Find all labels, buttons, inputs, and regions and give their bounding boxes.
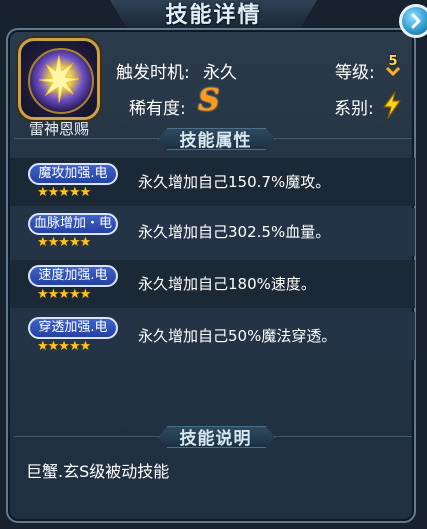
attribute-text: 永久增加自己50%魔法穿透。 — [138, 327, 337, 345]
section-header-description: 技能说明 — [158, 423, 275, 449]
close-button[interactable] — [399, 4, 427, 38]
attribute-text: 永久增加自己302.5%血量。 — [138, 223, 331, 241]
trigger-label: 触发时机: — [116, 63, 190, 83]
section-title: 技能属性 — [179, 131, 252, 151]
star-rating: ★★★★★ — [37, 185, 91, 200]
rarity-label: 稀有度: — [129, 99, 186, 119]
attribute-row: 魔攻加强.电 ★★★★★ 永久增加自己150.7%魔攻。 — [10, 158, 415, 206]
attribute-row: 速度加强.电 ★★★★★ 永久增加自己180%速度。 — [10, 260, 415, 308]
level-value: 5 — [388, 54, 398, 69]
skill-icon — [18, 38, 100, 120]
skill-name: 雷神恩赐 — [28, 120, 89, 138]
level-badge: 5 — [385, 54, 401, 78]
attribute-row: 血脉增加・电 ★★★★★ 永久增加自己302.5%血量。 — [10, 208, 415, 256]
attribute-badge: 魔攻加强.电 — [28, 163, 118, 185]
star-rating: ★★★★★ — [37, 235, 91, 250]
skill-description: 巨蟹.玄S级被动技能 — [26, 462, 170, 481]
attribute-text: 永久增加自己180%速度。 — [138, 275, 316, 293]
level-label: 等级: — [335, 63, 375, 83]
star-rating: ★★★★★ — [37, 287, 91, 302]
attribute-badge: 穿透加强.电 — [28, 317, 118, 339]
section-header-attributes: 技能属性 — [158, 125, 275, 151]
attribute-text: 永久增加自己150.7%魔攻。 — [138, 173, 331, 191]
attribute-badge: 速度加强.电 — [28, 265, 118, 287]
attribute-badge: 血脉增加・电 — [28, 213, 118, 235]
thunder-orb-icon — [28, 48, 94, 114]
window-title: 技能详情 — [165, 3, 262, 28]
section-title: 技能说明 — [179, 429, 252, 449]
lightning-icon — [383, 91, 401, 119]
trigger-value: 永久 — [203, 63, 237, 83]
element-label: 系别: — [334, 99, 374, 119]
attribute-row: 穿透加强.电 ★★★★★ 永久增加自己50%魔法穿透。 — [10, 312, 415, 360]
chevron-right-icon — [411, 13, 421, 29]
rarity-badge: S — [198, 83, 220, 118]
star-rating: ★★★★★ — [37, 339, 91, 354]
